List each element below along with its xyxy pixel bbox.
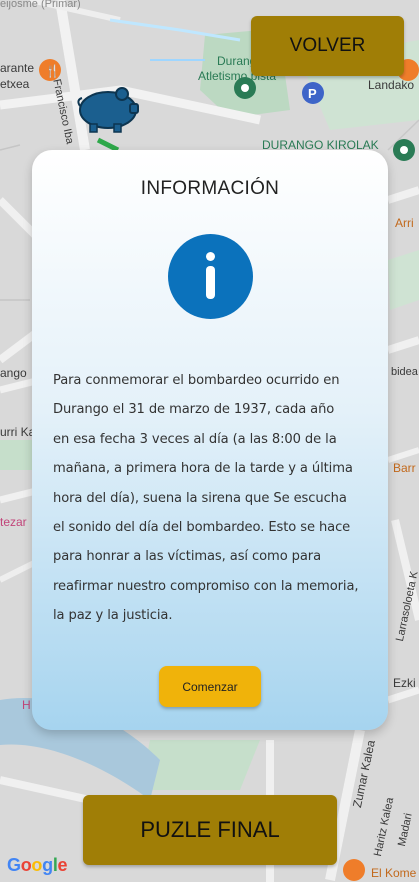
dialog-title: INFORMACIÓN [140,178,280,199]
dialog-body-text: Para conmemorar el bombardeo ocurrido en… [53,366,373,631]
restaurant-poi-bottom [343,859,365,881]
map-label: El Kome [371,866,417,880]
parking-icon: P [308,86,317,101]
back-button[interactable]: VOLVER [251,16,404,76]
info-icon [168,234,253,319]
dialog-text-line: para honrar a las víctimas, así como par… [53,549,322,565]
dialog-text-line: el sonido del día del bombardeo. Esto se… [53,520,351,536]
map-label: etxea [0,77,30,91]
dialog-text-line: en esa fecha 3 veces al día (a las 8:00 … [53,431,337,447]
map-label: Arri [395,216,414,230]
dialog-text-line: reafirmar nuestro compromiso con la memo… [53,578,359,594]
info-dialog: INFORMACIÓN Para conmemorar el bombardeo… [32,150,388,730]
dialog-text-line: hora del día), suena la sirena que Se es… [53,490,347,506]
map-label: arante [0,61,35,75]
dialog-text-line: Durango el 31 de marzo de 1937, cada año [53,402,335,418]
dialog-text-line: Para conmemorar el bombardeo ocurrido en [53,373,340,388]
map-label: ango [0,366,27,380]
map-label: eijosme (Primar) [0,0,81,10]
map-label: Landako [368,78,415,92]
map-label: urri Ka [0,425,36,439]
map-label: Barr [393,461,416,475]
map-label: H [22,698,31,712]
svg-text:🍴: 🍴 [45,64,60,78]
dialog-text-line: la paz y la justicia. [53,608,173,624]
google-logo: Google [7,855,68,875]
start-button[interactable]: Comenzar [159,666,261,707]
final-puzzle-button[interactable]: PUZLE FINAL [83,795,337,865]
dialog-text-line: mañana, a primera hora de la tarde y a ú… [53,461,353,477]
map-label: Ezki [393,676,416,690]
map-label: bidea [391,366,418,378]
map-label: tezar [0,515,27,529]
